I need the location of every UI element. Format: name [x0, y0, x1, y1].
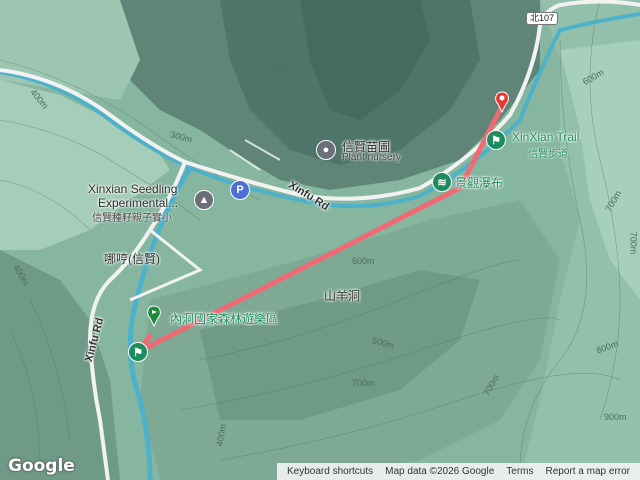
contour-label: 900m — [604, 412, 627, 422]
goat-cave-label[interactable]: 山羊洞 — [324, 287, 360, 304]
parking-icon[interactable]: P — [230, 180, 250, 200]
map-data-text: Map data ©2026 Google — [385, 466, 495, 477]
terms-link[interactable]: Terms — [506, 466, 533, 477]
waterfall-label[interactable]: 景觀瀑布 — [455, 174, 503, 191]
school-icon[interactable]: ▲ — [194, 190, 214, 210]
map-canvas[interactable] — [0, 0, 640, 480]
recreation-area-label[interactable]: 內洞國家森林遊樂區 — [170, 310, 278, 327]
hiking-icon[interactable]: ⚑ — [486, 130, 506, 150]
waterfall-icon[interactable]: ≋ — [432, 172, 452, 192]
seedling-label-line1[interactable]: Xinxian Seedling — [88, 182, 177, 196]
contour-label: 700m — [352, 378, 375, 388]
contour-label: 600m — [352, 256, 375, 266]
xinxian-trail-sublabel: 信賢步道 — [528, 149, 568, 160]
route-shield-107: 北107 — [526, 12, 559, 25]
attribution-bar: Keyboard shortcuts Map data ©2026 Google… — [276, 463, 640, 480]
naheng-label[interactable]: 哪哼(信賢) — [104, 250, 160, 267]
contour-label: 700m — [628, 231, 639, 255]
pin-icon[interactable]: ● — [316, 140, 336, 160]
google-logo: Google — [8, 456, 75, 476]
contour-label: 500m — [270, 64, 293, 74]
keyboard-shortcuts-link[interactable]: Keyboard shortcuts — [287, 466, 373, 477]
xinxian-trail-label[interactable]: XinXian Trail — [512, 130, 579, 144]
hiking-icon[interactable]: ⚑ — [128, 342, 148, 362]
plant-nursery-sublabel: Plant nursery — [342, 152, 401, 163]
report-error-link[interactable]: Report a map error — [546, 466, 630, 477]
seedling-label-line2[interactable]: Experimental... — [98, 196, 178, 210]
seedling-label-chinese: 信賢種籽親子實小 — [92, 213, 172, 224]
